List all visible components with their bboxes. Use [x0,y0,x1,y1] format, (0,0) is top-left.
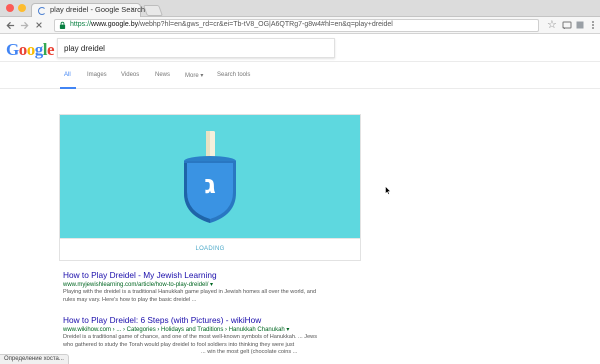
result-url[interactable]: www.myjewishlearning.com/article/how-to-… [63,281,363,288]
logo-letter: e [46,40,55,59]
browser-tab[interactable]: play dreidel - Google Search × [31,3,145,18]
logo-letter: g [34,40,44,59]
result-url[interactable]: www.wikihow.com › ... › Categories › Hol… [63,326,363,333]
google-header: Google [0,35,600,62]
tab-all[interactable]: All [64,72,71,78]
tab-videos[interactable]: Videos [121,72,139,78]
active-tab-indicator [60,87,76,89]
dreidel-banner[interactable]: ג [60,115,360,238]
search-tabs: All Images Videos News More ▾ Search too… [0,63,600,89]
browser-toolbar: https://www.google.by/webhp?hl=en&gws_rd… [0,17,600,34]
tab-news[interactable]: News [155,72,170,78]
new-tab-button[interactable] [142,5,164,16]
tab-images[interactable]: Images [87,72,107,78]
forward-button[interactable] [18,19,30,33]
logo-letter: G [6,40,19,59]
arrow-right-icon [20,21,29,30]
tab-more[interactable]: More ▾ [185,72,203,79]
tab-search-tools[interactable]: Search tools [217,72,250,78]
extension-icon[interactable] [575,20,585,30]
menu-dots-icon[interactable] [588,20,598,30]
stop-x-icon [36,22,42,28]
browser-titlebar: play dreidel - Google Search × [0,0,600,18]
result-snippet: Playing with the dreidel is a traditiona… [63,289,317,303]
url-text: https://www.google.by/webhp?hl=en&gws_rd… [70,21,393,28]
result-title-link[interactable]: How to Play Dreidel - My Jewish Learning [63,270,363,280]
close-window-button[interactable] [6,4,14,12]
search-result: How to Play Dreidel - My Jewish Learning… [63,270,363,304]
loading-text: LOADING [195,246,225,252]
card-divider [60,238,360,239]
bookmark-star-icon[interactable]: ☆ [547,18,557,31]
mouse-cursor-icon [385,186,391,195]
minimize-window-button[interactable] [18,4,26,12]
result-snippet: Dreidel is a traditional game of chance,… [63,334,318,356]
dreidel-letter: ג [204,170,216,200]
google-logo[interactable]: Google [6,40,55,60]
logo-letter: o [18,40,28,59]
cast-icon[interactable] [562,20,572,30]
search-box[interactable] [57,38,335,58]
lock-icon [59,21,66,29]
status-bar: Определение хоста... [0,354,69,364]
back-button[interactable] [4,19,16,33]
loading-spinner-icon [38,7,46,15]
search-result: How to Play Dreidel: 6 Steps (with Pictu… [63,315,363,357]
tab-close-button[interactable]: × [130,5,135,14]
arrow-left-icon [5,21,14,30]
logo-letter: o [26,40,36,59]
address-bar[interactable]: https://www.google.by/webhp?hl=en&gws_rd… [54,19,539,32]
dreidel-game-card[interactable]: ג LOADING [59,114,361,261]
search-input[interactable] [58,39,334,57]
stop-button[interactable] [33,19,45,32]
result-title-link[interactable]: How to Play Dreidel: 6 Steps (with Pictu… [63,315,363,325]
